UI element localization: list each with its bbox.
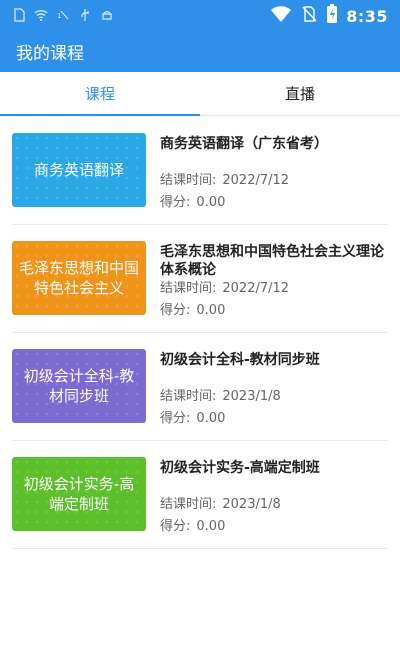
course-list: 商务英语翻译 商务英语翻译（广东省考） 结课时间: 2022/7/12 得分: 0.…: [0, 117, 400, 650]
course-end-time: 结课时间: 2023/1/8: [160, 385, 281, 404]
tab-live[interactable]: 直播: [200, 72, 400, 116]
course-title[interactable]: 毛泽东思想和中国特色社会主义理论体系概论: [160, 243, 388, 279]
battery-charging-icon: [326, 4, 338, 28]
score-value: 0.00: [196, 411, 226, 426]
sim-card-icon: [12, 7, 26, 22]
end-time-label: 结课时间:: [160, 497, 217, 512]
course-title[interactable]: 商务英语翻译（广东省考）: [160, 135, 388, 153]
course-thumbnail[interactable]: 初级会计全科-教材同步班: [12, 349, 146, 423]
course-title[interactable]: 初级会计全科-教材同步班: [160, 351, 388, 369]
course-thumbnail[interactable]: 初级会计实务-高端定制班: [12, 457, 146, 531]
score-label: 得分:: [160, 303, 191, 318]
course-title[interactable]: 初级会计实务-高端定制班: [160, 459, 388, 477]
tab-bar: 课程 直播: [0, 72, 400, 116]
svg-text:1: 1: [57, 12, 61, 20]
end-time-value: 2022/7/12: [222, 281, 290, 296]
course-item[interactable]: 商务英语翻译 商务英语翻译（广东省考） 结课时间: 2022/7/12 得分: 0.…: [0, 117, 400, 225]
course-thumbnail[interactable]: 毛泽东思想和中国特色社会主义: [12, 241, 146, 315]
course-score: 得分: 0.00: [160, 191, 225, 210]
wifi-icon: [270, 5, 292, 27]
status-icons-left: 1: [12, 7, 114, 22]
divider: [12, 548, 388, 549]
course-item[interactable]: 毛泽东思想和中国特色社会主义 毛泽东思想和中国特色社会主义理论体系概论 结课时间…: [0, 225, 400, 333]
end-time-value: 2023/1/8: [222, 389, 281, 404]
tab-courses[interactable]: 课程: [0, 72, 200, 116]
course-score: 得分: 0.00: [160, 299, 225, 318]
clock: 8:35: [346, 6, 388, 26]
score-value: 0.00: [196, 519, 226, 534]
course-end-time: 结课时间: 2022/7/12: [160, 277, 289, 296]
course-thumbnail-text: 初级会计全科-教材同步班: [23, 366, 135, 405]
course-item[interactable]: 初级会计实务-高端定制班 初级会计实务-高端定制班 结课时间: 2023/1/8 …: [0, 441, 400, 549]
wifi-hotspot-icon: [34, 7, 48, 21]
page-title: 我的课程: [16, 44, 84, 64]
course-thumbnail[interactable]: 商务英语翻译: [12, 133, 146, 207]
data-speed-icon: 1: [56, 7, 70, 21]
score-value: 0.00: [196, 195, 226, 210]
course-end-time: 结课时间: 2023/1/8: [160, 493, 281, 512]
no-sim-icon: [300, 5, 318, 27]
end-time-label: 结课时间:: [160, 281, 217, 296]
score-label: 得分:: [160, 411, 191, 426]
course-thumbnail-text: 毛泽东思想和中国特色社会主义: [18, 258, 139, 297]
active-tab-indicator: [0, 114, 200, 116]
score-label: 得分:: [160, 195, 191, 210]
status-bar: 1 8:35: [0, 0, 400, 30]
score-value: 0.00: [196, 303, 226, 318]
status-icons-right: 8:35: [270, 4, 388, 28]
end-time-label: 结课时间:: [160, 389, 217, 404]
score-label: 得分:: [160, 519, 191, 534]
end-time-value: 2023/1/8: [222, 497, 281, 512]
course-score: 得分: 0.00: [160, 515, 225, 534]
android-icon: [100, 7, 114, 21]
end-time-value: 2022/7/12: [222, 173, 290, 188]
app-bar: 我的课程: [0, 30, 400, 72]
usb-icon: [78, 7, 92, 21]
course-score: 得分: 0.00: [160, 407, 225, 426]
course-end-time: 结课时间: 2022/7/12: [160, 169, 289, 188]
course-item[interactable]: 初级会计全科-教材同步班 初级会计全科-教材同步班 结课时间: 2023/1/8 …: [0, 333, 400, 441]
end-time-label: 结课时间:: [160, 173, 217, 188]
course-thumbnail-text: 商务英语翻译: [33, 160, 124, 179]
course-thumbnail-text: 初级会计实务-高端定制班: [23, 474, 135, 513]
